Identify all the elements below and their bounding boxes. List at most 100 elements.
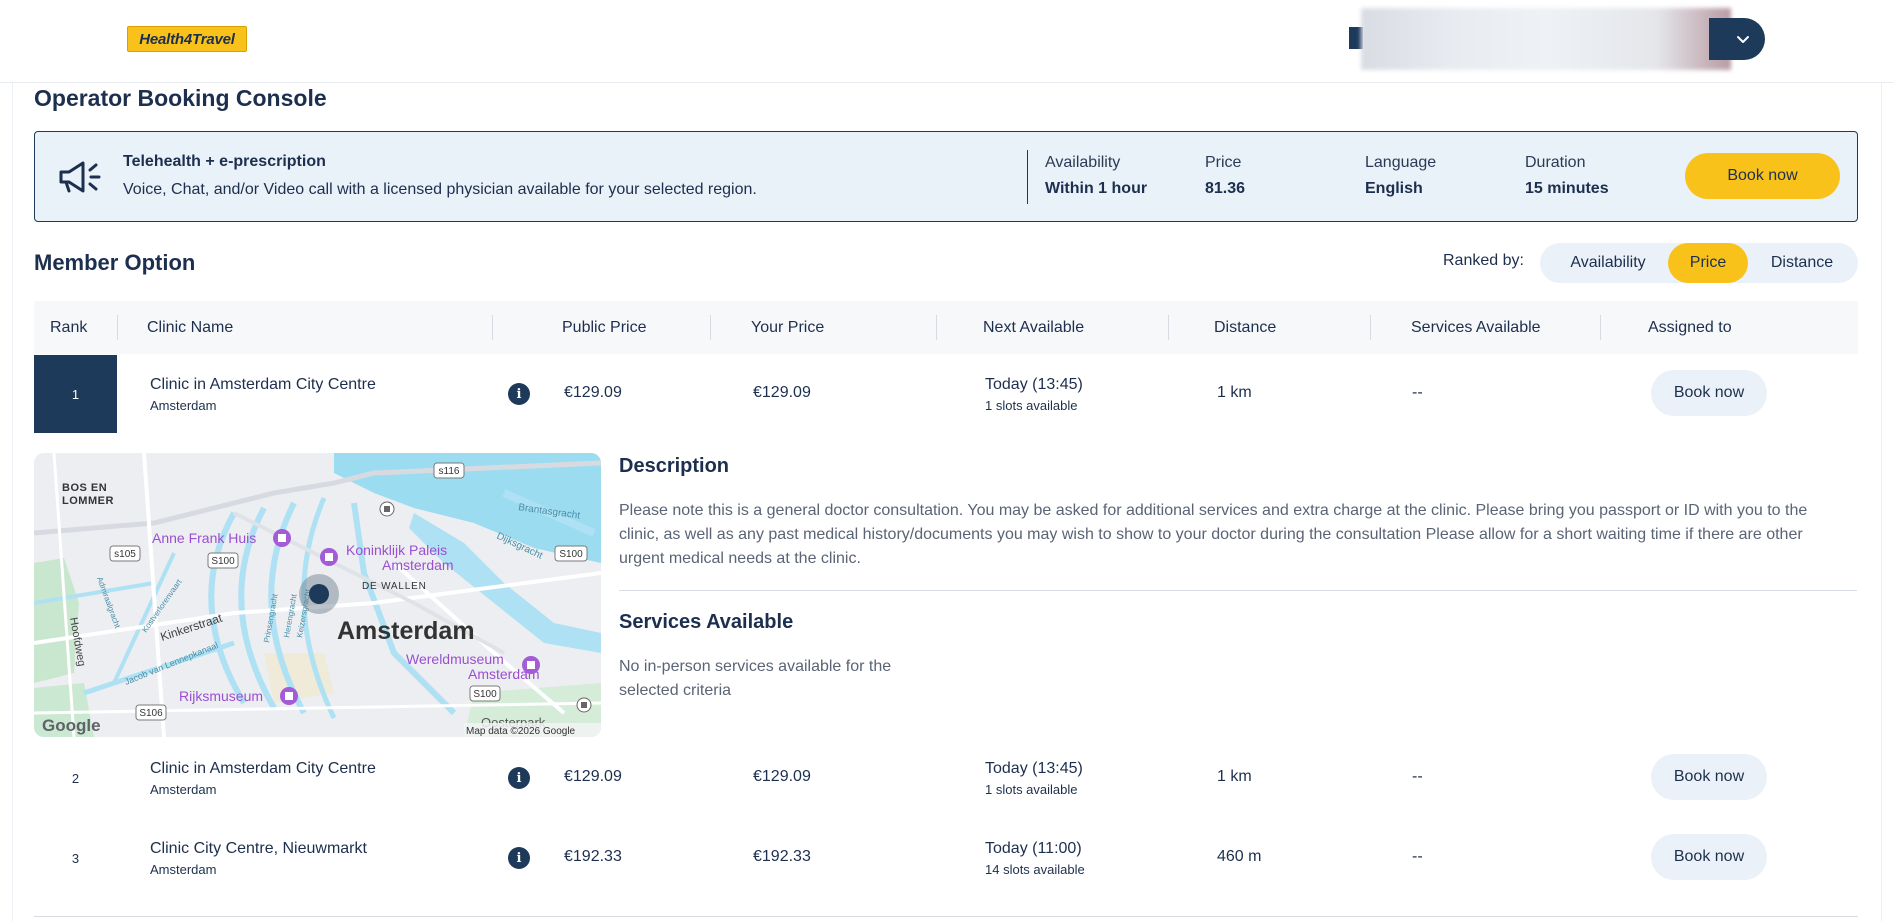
ranked-by-label: Ranked by: <box>1443 252 1524 269</box>
logo-text: Health4Travel <box>139 30 235 48</box>
banner-title: Telehealth + e-prescription <box>123 153 326 170</box>
slots-available: 1 slots available <box>985 782 1078 797</box>
column-separator <box>1370 315 1371 340</box>
clinic-location-marker[interactable] <box>299 574 339 614</box>
public-price: €192.33 <box>564 848 622 865</box>
distance: 1 km <box>1217 768 1252 785</box>
stat-value: 15 minutes <box>1525 180 1609 197</box>
clinic-name: Clinic in Amsterdam City Centre <box>150 376 376 393</box>
health4travel-logo[interactable]: Health4Travel <box>127 26 247 52</box>
column-separator <box>492 315 493 340</box>
map-attribution: Map data ©2026 Google <box>466 726 576 737</box>
stat-availability: Availability Within 1 hour <box>1045 154 1147 198</box>
stat-value: 81.36 <box>1205 180 1246 197</box>
road-badge: s116 <box>433 462 465 479</box>
column-separator <box>710 315 711 340</box>
next-available-time: Today (13:45) <box>985 760 1083 777</box>
map-city-label: Amsterdam <box>337 617 475 645</box>
services-available-heading: Services Available <box>619 611 794 633</box>
map-small-poi-icon <box>576 697 592 713</box>
road-badge: S100 <box>469 685 501 702</box>
clinic-location-map[interactable]: s116 s105 S100 S100 S100 S106 Brantasgra… <box>34 453 601 737</box>
page-title: Operator Booking Console <box>34 85 327 111</box>
public-price: €129.09 <box>564 768 622 785</box>
table-bottom-border <box>34 916 1858 917</box>
clinic-city: Amsterdam <box>150 398 217 413</box>
road-badge-label: s105 <box>114 549 136 560</box>
road-badge-label: s116 <box>439 466 460 477</box>
road-badge: S100 <box>207 552 239 569</box>
poi-label: Rijksmuseum <box>179 688 263 704</box>
ranking-toggle-group: Availability Price Distance <box>1540 243 1858 283</box>
member-option-title: Member Option <box>34 250 196 275</box>
svg-text:Koninklijk Paleis: Koninklijk Paleis <box>346 542 447 558</box>
column-header-assigned-to: Assigned to <box>1648 318 1732 336</box>
rank-by-distance[interactable]: Distance <box>1752 243 1852 283</box>
road-badge: s105 <box>109 545 141 562</box>
district-label: LOMMER <box>62 495 114 507</box>
info-icon[interactable]: i <box>508 767 530 789</box>
description-text: Please note this is a general doctor con… <box>619 502 1808 567</box>
next-available-time: Today (13:45) <box>985 376 1083 393</box>
neighborhood-label: DE WALLEN <box>362 581 427 592</box>
district-label: BOS EN <box>62 482 107 494</box>
stat-value: English <box>1365 180 1423 197</box>
slots-available: 1 slots available <box>985 398 1078 413</box>
top-navigation-bar: Health4Travel <box>0 0 1893 83</box>
services-available: -- <box>1412 384 1423 401</box>
clinic-city: Amsterdam <box>150 782 217 797</box>
banner-description: Voice, Chat, and/or Video call with a li… <box>123 181 757 198</box>
clinic-name: Clinic City Centre, Nieuwmarkt <box>150 840 367 857</box>
stat-label: Price <box>1205 154 1242 171</box>
column-header-public-price: Public Price <box>562 318 647 336</box>
page-left-border <box>12 83 13 921</box>
telehealth-banner: Telehealth + e-prescription Voice, Chat,… <box>34 131 1858 222</box>
column-separator <box>936 315 937 340</box>
account-dropdown-toggle[interactable] <box>1709 18 1765 60</box>
slots-available: 14 slots available <box>985 862 1085 877</box>
rank-by-price[interactable]: Price <box>1668 243 1748 283</box>
table-row[interactable]: 2 Clinic in Amsterdam City Centre Amster… <box>34 739 1858 817</box>
road-badge-label: S100 <box>473 689 497 700</box>
road-badge: S100 <box>554 545 588 562</box>
stat-label: Duration <box>1525 154 1586 171</box>
rank-cell: 1 <box>34 355 117 433</box>
column-header-distance: Distance <box>1214 318 1277 336</box>
your-price: €129.09 <box>753 384 811 401</box>
stat-price: Price 81.36 <box>1205 154 1245 198</box>
poi-label: Anne Frank Huis <box>152 530 256 546</box>
book-now-button[interactable]: Book now <box>1651 370 1767 416</box>
road-badge-label: S100 <box>559 549 583 560</box>
table-row[interactable]: 1 Clinic in Amsterdam City Centre Amster… <box>34 355 1858 433</box>
road-badge-label: S106 <box>139 708 163 719</box>
book-now-button[interactable]: Book now <box>1651 754 1767 800</box>
stat-value: Within 1 hour <box>1045 180 1148 197</box>
services-available-text: No in-person services available for the … <box>619 658 892 699</box>
clinic-table-header: Rank Clinic Name Public Price Your Price… <box>34 301 1858 354</box>
info-icon[interactable]: i <box>508 847 530 869</box>
user-account-menu[interactable] <box>1349 8 1765 70</box>
road-badge: S106 <box>135 704 167 721</box>
svg-text:Wereldmuseum: Wereldmuseum <box>406 651 504 667</box>
column-header-clinic-name: Clinic Name <box>147 318 234 336</box>
map-canvas: s116 s105 S100 S100 S100 S106 Brantasgra… <box>34 453 601 737</box>
column-header-services-available: Services Available <box>1411 318 1541 336</box>
stat-label: Language <box>1365 154 1437 171</box>
google-logo: Google <box>42 716 101 735</box>
svg-text:Amsterdam: Amsterdam <box>382 557 454 573</box>
rank-by-availability[interactable]: Availability <box>1550 243 1666 283</box>
distance: 1 km <box>1217 384 1252 401</box>
column-separator <box>117 315 118 340</box>
clinic-name: Clinic in Amsterdam City Centre <box>150 760 376 777</box>
rank-cell: 3 <box>71 850 80 866</box>
description-heading: Description <box>619 455 730 477</box>
table-row[interactable]: 3 Clinic City Centre, Nieuwmarkt Amsterd… <box>34 819 1858 897</box>
your-price: €192.33 <box>753 848 811 865</box>
services-available: -- <box>1412 768 1423 785</box>
telehealth-book-now-button[interactable]: Book now <box>1685 153 1840 199</box>
services-available: -- <box>1412 848 1423 865</box>
book-now-button[interactable]: Book now <box>1651 834 1767 880</box>
your-price: €129.09 <box>753 768 811 785</box>
stat-label: Availability <box>1045 154 1121 171</box>
info-icon[interactable]: i <box>508 383 530 405</box>
